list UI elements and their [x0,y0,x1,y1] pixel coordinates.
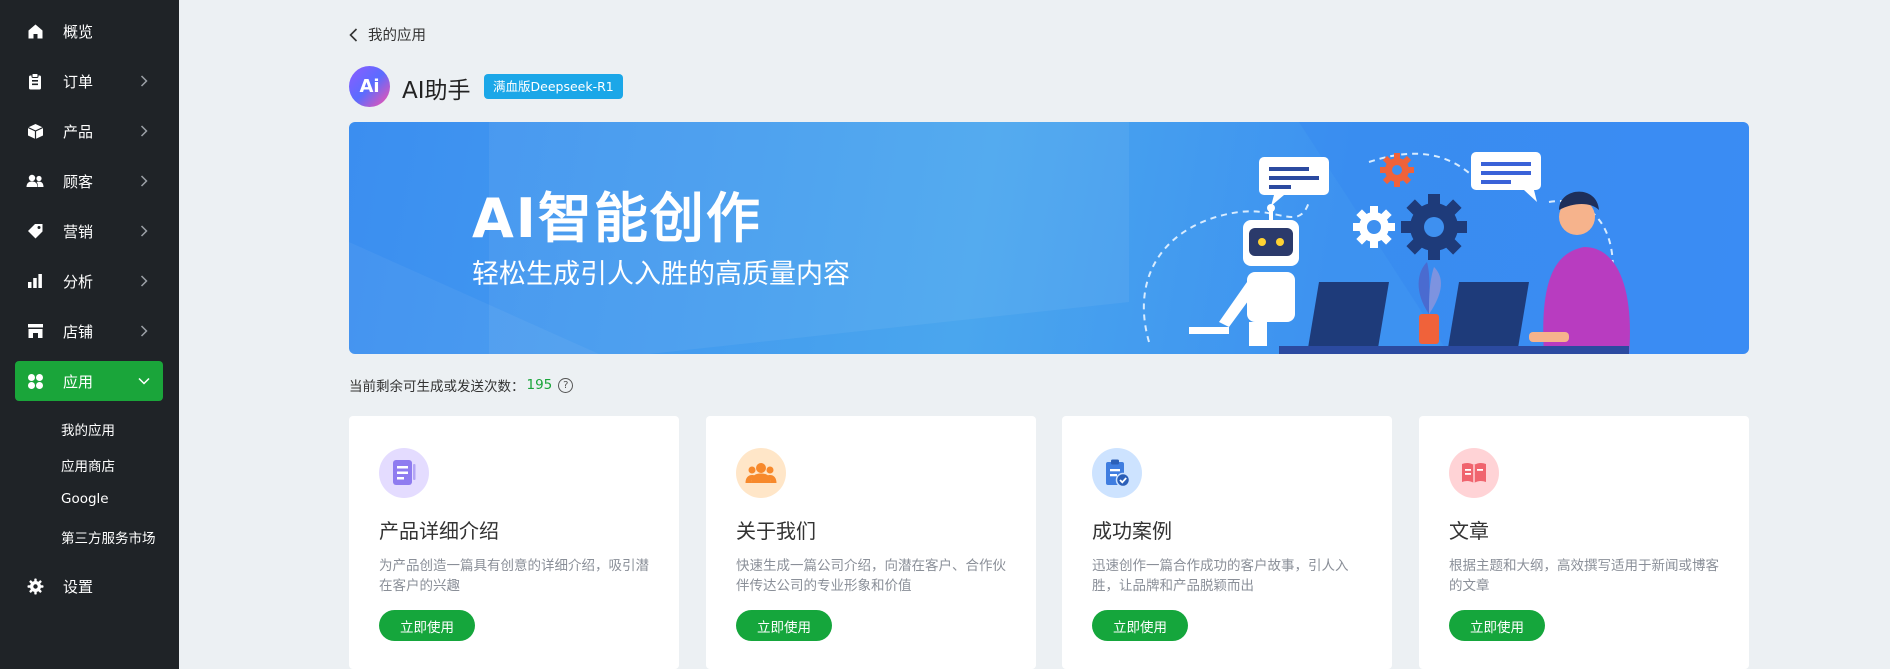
card-title: 产品详细介绍 [379,519,499,543]
banner-subtitle: 轻松生成引人入胜的高质量内容 [472,259,850,290]
sidebar-item-apps[interactable]: 应用 [15,361,163,401]
clipboard-check-icon [1092,448,1142,498]
use-now-button[interactable]: 立即使用 [1092,610,1188,641]
gear-icon [26,577,44,595]
app-card-product-intro[interactable]: 产品详细介绍 为产品创造一篇具有创意的详细介绍，吸引潜在客户的兴趣 立即使用 [349,416,679,669]
sidebar-item-store[interactable]: 店铺 [15,311,163,351]
box-icon [26,122,44,140]
sidebar-subitem-third-party-market[interactable]: 第三方服务市场 [61,527,156,547]
sidebar-item-label: 顾客 [63,172,94,191]
sidebar-item-orders[interactable]: 订单 [15,61,163,101]
sidebar-subitem-my-apps[interactable]: 我的应用 [61,419,115,439]
use-now-button[interactable]: 立即使用 [736,610,832,641]
chevron-right-icon [137,224,151,238]
card-description: 为产品创造一篇具有创意的详细介绍，吸引潜在客户的兴趣 [379,558,649,594]
sidebar-item-customers[interactable]: 顾客 [15,161,163,201]
card-title: 关于我们 [736,519,816,543]
chevron-right-icon [137,274,151,288]
sidebar-item-products[interactable]: 产品 [15,111,163,151]
sidebar: 概览 订单 产品 顾客 营销 分析 店铺 应用 我的应用 应用商店 Google… [0,0,179,669]
app-logo: Ai [349,66,390,107]
hero-banner: AI智能创作 轻松生成引人入胜的高质量内容 [349,122,1749,354]
app-card-about-us[interactable]: 关于我们 快速生成一篇公司介绍，向潜在客户、合作伙伴传达公司的专业形象和价值 立… [706,416,1036,669]
bar-chart-icon [26,272,44,290]
chevron-left-icon [349,27,358,42]
chevron-right-icon [137,74,151,88]
sidebar-item-label: 产品 [63,122,94,141]
sidebar-item-marketing[interactable]: 营销 [15,211,163,251]
home-icon [26,22,44,40]
quota-info: 当前剩余可生成或发送次数： 195 ? [349,375,574,395]
sidebar-item-label: 分析 [63,272,94,291]
card-description: 根据主题和大纲，高效撰写适用于新闻或博客的文章 [1449,558,1719,594]
version-badge: 满血版Deepseek-R1 [484,74,623,99]
banner-title: AI智能创作 [472,187,762,250]
sidebar-subitem-app-store[interactable]: 应用商店 [61,455,115,475]
chevron-right-icon [137,324,151,338]
help-icon[interactable]: ? [558,377,574,393]
sidebar-item-label: 概览 [63,22,94,41]
sidebar-item-label: 店铺 [63,322,94,341]
use-now-button[interactable]: 立即使用 [1449,610,1545,641]
chevron-right-icon [137,124,151,138]
card-title: 文章 [1449,519,1489,543]
sidebar-item-overview[interactable]: 概览 [15,11,163,51]
app-logo-text: Ai [359,76,380,97]
clipboard-icon [26,72,44,90]
team-icon [736,448,786,498]
quota-count: 195 [526,377,553,393]
app-card-article[interactable]: 文章 根据主题和大纲，高效撰写适用于新闻或博客的文章 立即使用 [1419,416,1749,669]
document-icon [379,448,429,498]
card-description: 迅速创作一篇合作成功的客户故事，引人入胜，让品牌和产品脱颖而出 [1092,558,1349,594]
back-link[interactable]: 我的应用 [349,24,426,45]
back-link-label: 我的应用 [368,28,426,44]
sidebar-item-settings[interactable]: 设置 [15,566,163,606]
sidebar-item-analytics[interactable]: 分析 [15,261,163,301]
chevron-down-icon [137,374,151,388]
users-icon [26,172,44,190]
sidebar-item-label: 设置 [63,577,94,596]
app-card-success-cases[interactable]: 成功案例 迅速创作一篇合作成功的客户故事，引人入胜，让品牌和产品脱颖而出 立即使… [1062,416,1392,669]
card-title: 成功案例 [1092,519,1172,543]
sidebar-item-label: 营销 [63,222,94,241]
page-title: AI助手 [402,78,471,104]
store-icon [26,322,44,340]
quota-label: 当前剩余可生成或发送次数： [349,379,525,395]
help-icon-glyph: ? [563,379,569,391]
sidebar-subitem-google[interactable]: Google [61,491,109,507]
apps-grid-icon [26,372,44,390]
book-icon [1449,448,1499,498]
ai-assistant-illustration [1142,152,1630,354]
use-now-button[interactable]: 立即使用 [379,610,475,641]
sidebar-item-label: 订单 [63,72,94,91]
card-description: 快速生成一篇公司介绍，向潜在客户、合作伙伴传达公司的专业形象和价值 [736,558,1006,594]
tag-icon [26,222,44,240]
chevron-right-icon [137,174,151,188]
sidebar-item-label: 应用 [63,372,94,391]
